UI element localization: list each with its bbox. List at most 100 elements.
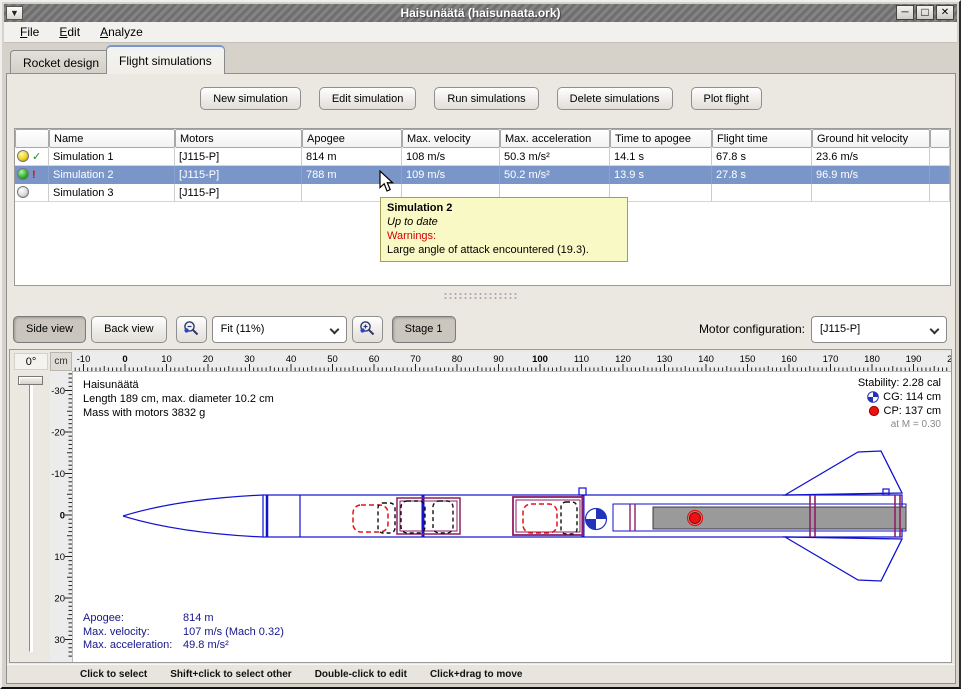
cell-name[interactable]: Simulation 2 bbox=[49, 166, 175, 184]
table-row[interactable]: ✓ Simulation 1 [J115-P] 814 m 108 m/s 50… bbox=[15, 148, 950, 166]
column-header-max-velocity[interactable]: Max. velocity bbox=[402, 129, 500, 148]
tab-rocket-design[interactable]: Rocket design bbox=[10, 50, 112, 74]
launch-lug[interactable] bbox=[883, 489, 889, 495]
shock-cord[interactable] bbox=[561, 502, 577, 534]
title-bar[interactable]: ▼ Haisunäätä (haisunaata.ork) ─ □ ✕ bbox=[4, 4, 957, 22]
nose-cone[interactable] bbox=[123, 495, 263, 537]
cell-time-to-apogee[interactable]: 13.9 s bbox=[610, 166, 712, 184]
column-header-name[interactable]: Name bbox=[49, 129, 175, 148]
run-simulations-button[interactable]: Run simulations bbox=[434, 87, 538, 110]
svg-text:80: 80 bbox=[452, 354, 463, 365]
cell-filler[interactable] bbox=[930, 148, 950, 166]
svg-text:-10: -10 bbox=[77, 354, 91, 365]
cell-flight-time[interactable]: 27.8 s bbox=[712, 166, 812, 184]
cell-max-velocity[interactable]: 109 m/s bbox=[402, 166, 500, 184]
cell-time-to-apogee[interactable]: 14.1 s bbox=[610, 148, 712, 166]
column-header-flight-time[interactable]: Flight time bbox=[712, 129, 812, 148]
cell-name[interactable]: Simulation 1 bbox=[49, 148, 175, 166]
cell-name[interactable]: Simulation 3 bbox=[49, 184, 175, 202]
rocket-view-panel: 0° cm -100102030405060708090100110120130… bbox=[9, 349, 952, 663]
launch-lug[interactable] bbox=[579, 488, 586, 495]
panel-splitter[interactable] bbox=[7, 288, 955, 302]
menu-bar: File Edit Analyze bbox=[4, 22, 957, 43]
svg-text:170: 170 bbox=[823, 354, 839, 365]
cg-value: CG: 114 cm bbox=[883, 390, 941, 404]
column-header-max-acceleration[interactable]: Max. acceleration bbox=[500, 129, 610, 148]
motor-configuration-select[interactable]: [J115-P] bbox=[811, 316, 947, 343]
column-header-time-to-apogee[interactable]: Time to apogee bbox=[610, 129, 712, 148]
stat-value: 49.8 m/s² bbox=[183, 639, 284, 653]
rotation-slider-handle[interactable] bbox=[18, 376, 43, 385]
column-header-apogee[interactable]: Apogee bbox=[302, 129, 402, 148]
parachute[interactable] bbox=[353, 505, 388, 532]
svg-text:20: 20 bbox=[203, 354, 214, 365]
rotation-slider[interactable] bbox=[29, 380, 33, 652]
cell-apogee[interactable]: 814 m bbox=[302, 148, 402, 166]
chevron-down-icon bbox=[930, 324, 940, 334]
svg-text:-20: -20 bbox=[51, 428, 65, 439]
mouse-cursor bbox=[379, 170, 395, 193]
stage-1-toggle[interactable]: Stage 1 bbox=[392, 316, 456, 343]
delete-simulations-button[interactable]: Delete simulations bbox=[557, 87, 673, 110]
menu-item-analyze[interactable]: Analyze bbox=[92, 23, 151, 41]
zoom-out-button[interactable] bbox=[176, 316, 207, 343]
status-cell[interactable]: ✓ bbox=[15, 148, 49, 166]
new-simulation-button[interactable]: New simulation bbox=[200, 87, 301, 110]
cp-icon bbox=[868, 405, 880, 417]
cell-motors[interactable]: [J115-P] bbox=[175, 166, 302, 184]
minimize-button[interactable]: ─ bbox=[896, 5, 914, 20]
tab-strip: Rocket design Flight simulations bbox=[4, 44, 957, 74]
menu-item-edit[interactable]: Edit bbox=[51, 23, 88, 41]
vertical-ruler: -30-20-100102030 bbox=[50, 371, 72, 662]
stat-value: 107 m/s (Mach 0.32) bbox=[183, 626, 284, 640]
cell-max-acceleration[interactable]: 50.3 m/s² bbox=[500, 148, 610, 166]
svg-text:130: 130 bbox=[657, 354, 673, 365]
cell-max-velocity[interactable]: 108 m/s bbox=[402, 148, 500, 166]
tube-coupler[interactable] bbox=[397, 498, 460, 534]
rocket-canvas[interactable]: Haisunäätä Length 189 cm, max. diameter … bbox=[72, 371, 951, 662]
column-header-motors[interactable]: Motors bbox=[175, 129, 302, 148]
cell-motors[interactable]: [J115-P] bbox=[175, 148, 302, 166]
cell-ground-hit-velocity[interactable]: 23.6 m/s bbox=[812, 148, 930, 166]
menu-item-file[interactable]: File bbox=[12, 23, 47, 41]
maximize-button[interactable]: □ bbox=[916, 5, 934, 20]
motor-configuration-value: [J115-P] bbox=[820, 323, 860, 335]
rotation-angle-readout: 0° bbox=[14, 353, 48, 370]
cell-filler[interactable] bbox=[930, 166, 950, 184]
column-header-ground-hit-velocity[interactable]: Ground hit velocity bbox=[812, 129, 930, 148]
stat-value: 814 m bbox=[183, 612, 284, 626]
table-row[interactable]: ! Simulation 2 [J115-P] 788 m 109 m/s 50… bbox=[15, 166, 950, 184]
cell-ground-hit-velocity[interactable] bbox=[812, 184, 930, 202]
edit-simulation-button[interactable]: Edit simulation bbox=[319, 87, 417, 110]
back-view-button[interactable]: Back view bbox=[91, 316, 167, 343]
stability-text: Stability: 2.28 cal bbox=[858, 376, 941, 390]
parachute[interactable] bbox=[523, 504, 557, 533]
svg-text:60: 60 bbox=[369, 354, 380, 365]
status-cell[interactable]: ! bbox=[15, 166, 49, 184]
shock-cord[interactable] bbox=[401, 501, 425, 533]
motor-configuration-label: Motor configuration: bbox=[699, 322, 805, 336]
zoom-level-select[interactable]: Fit (11%) bbox=[212, 316, 347, 343]
hint-click-select: Click to select bbox=[80, 669, 147, 680]
cell-motors[interactable]: [J115-P] bbox=[175, 184, 302, 202]
zoom-in-button[interactable] bbox=[352, 316, 383, 343]
cell-max-acceleration[interactable]: 50.2 m/s² bbox=[500, 166, 610, 184]
lower-fin[interactable] bbox=[785, 537, 902, 581]
svg-text:90: 90 bbox=[493, 354, 504, 365]
plot-flight-button[interactable]: Plot flight bbox=[691, 87, 762, 110]
cell-ground-hit-velocity[interactable]: 96.9 m/s bbox=[812, 166, 930, 184]
side-view-button[interactable]: Side view bbox=[13, 316, 86, 343]
cell-filler[interactable] bbox=[930, 184, 950, 202]
cp-value: CP: 137 cm bbox=[884, 404, 941, 418]
upper-fin[interactable] bbox=[785, 451, 902, 495]
status-cell[interactable] bbox=[15, 184, 49, 202]
hint-double-click: Double-click to edit bbox=[315, 669, 407, 680]
svg-text:40: 40 bbox=[286, 354, 297, 365]
close-button[interactable]: ✕ bbox=[936, 5, 954, 20]
tab-flight-simulations[interactable]: Flight simulations bbox=[106, 45, 225, 74]
cell-flight-time[interactable]: 67.8 s bbox=[712, 148, 812, 166]
column-header-status[interactable] bbox=[15, 129, 49, 148]
shock-cord[interactable] bbox=[433, 501, 453, 533]
cell-flight-time[interactable] bbox=[712, 184, 812, 202]
splitter-grip-icon[interactable] bbox=[443, 292, 519, 300]
